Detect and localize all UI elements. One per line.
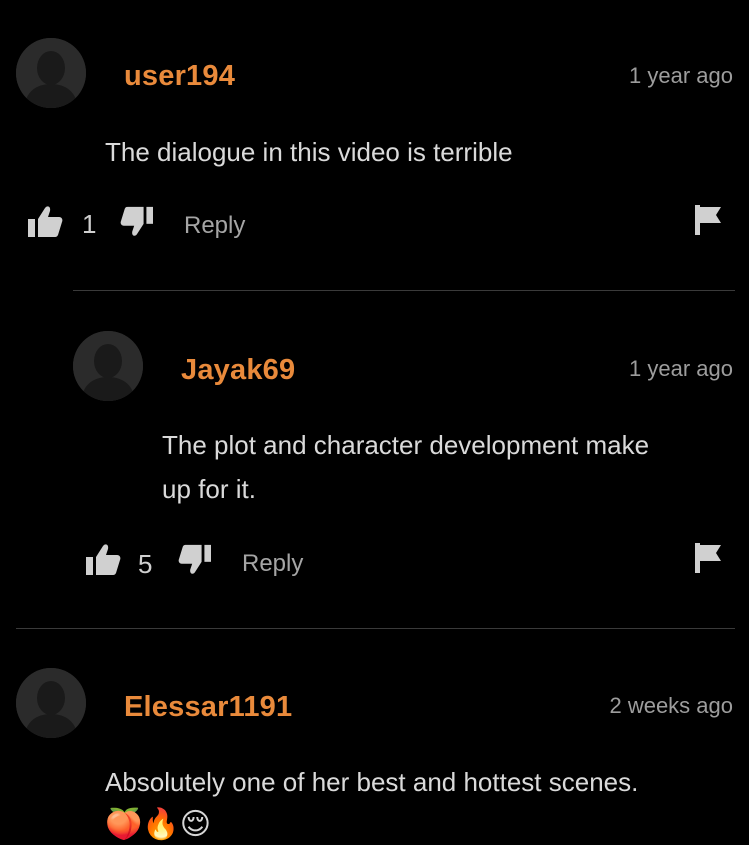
comment-username[interactable]: Jayak69	[181, 352, 295, 388]
default-avatar-icon	[16, 668, 86, 738]
default-avatar-icon	[73, 331, 143, 401]
comment-actions: 1 Reply	[0, 205, 749, 245]
reply-button[interactable]: Reply	[242, 547, 303, 581]
comment-timestamp: 2 weeks ago	[609, 693, 733, 718]
thumbs-down-icon[interactable]	[178, 543, 212, 580]
like-count: 5	[138, 549, 153, 579]
comment-3: Elessar1191 2 weeks ago Absolutely one o…	[0, 629, 749, 842]
comment-1: user194 1 year ago The dialogue in this …	[0, 0, 749, 290]
comment-actions: 5 Reply	[0, 543, 749, 583]
flag-icon[interactable]	[695, 205, 721, 240]
comment-emojis: 🍑🔥😌	[105, 807, 211, 842]
comment-username[interactable]: Elessar1191	[124, 689, 292, 725]
comment-text-line-2: up for it.	[162, 474, 256, 504]
reply-button[interactable]: Reply	[184, 209, 245, 243]
avatar[interactable]	[73, 331, 143, 401]
avatar[interactable]	[16, 38, 86, 108]
like-count: 1	[82, 209, 97, 239]
comment-text: Absolutely one of her best and hottest s…	[105, 767, 639, 797]
thumbs-up-icon[interactable]	[27, 205, 63, 244]
comment-2: Jayak69 1 year ago The plot and characte…	[0, 291, 749, 628]
default-avatar-icon	[16, 38, 86, 108]
avatar[interactable]	[16, 668, 86, 738]
comment-text-line-1: The plot and character development make	[162, 430, 650, 460]
thumbs-up-icon[interactable]	[85, 543, 121, 582]
comment-timestamp: 1 year ago	[629, 356, 733, 381]
comment-timestamp: 1 year ago	[629, 63, 733, 88]
flag-icon[interactable]	[695, 543, 721, 578]
comment-text: The dialogue in this video is terrible	[105, 137, 513, 167]
comment-username[interactable]: user194	[124, 58, 235, 94]
thumbs-down-icon[interactable]	[120, 205, 154, 242]
